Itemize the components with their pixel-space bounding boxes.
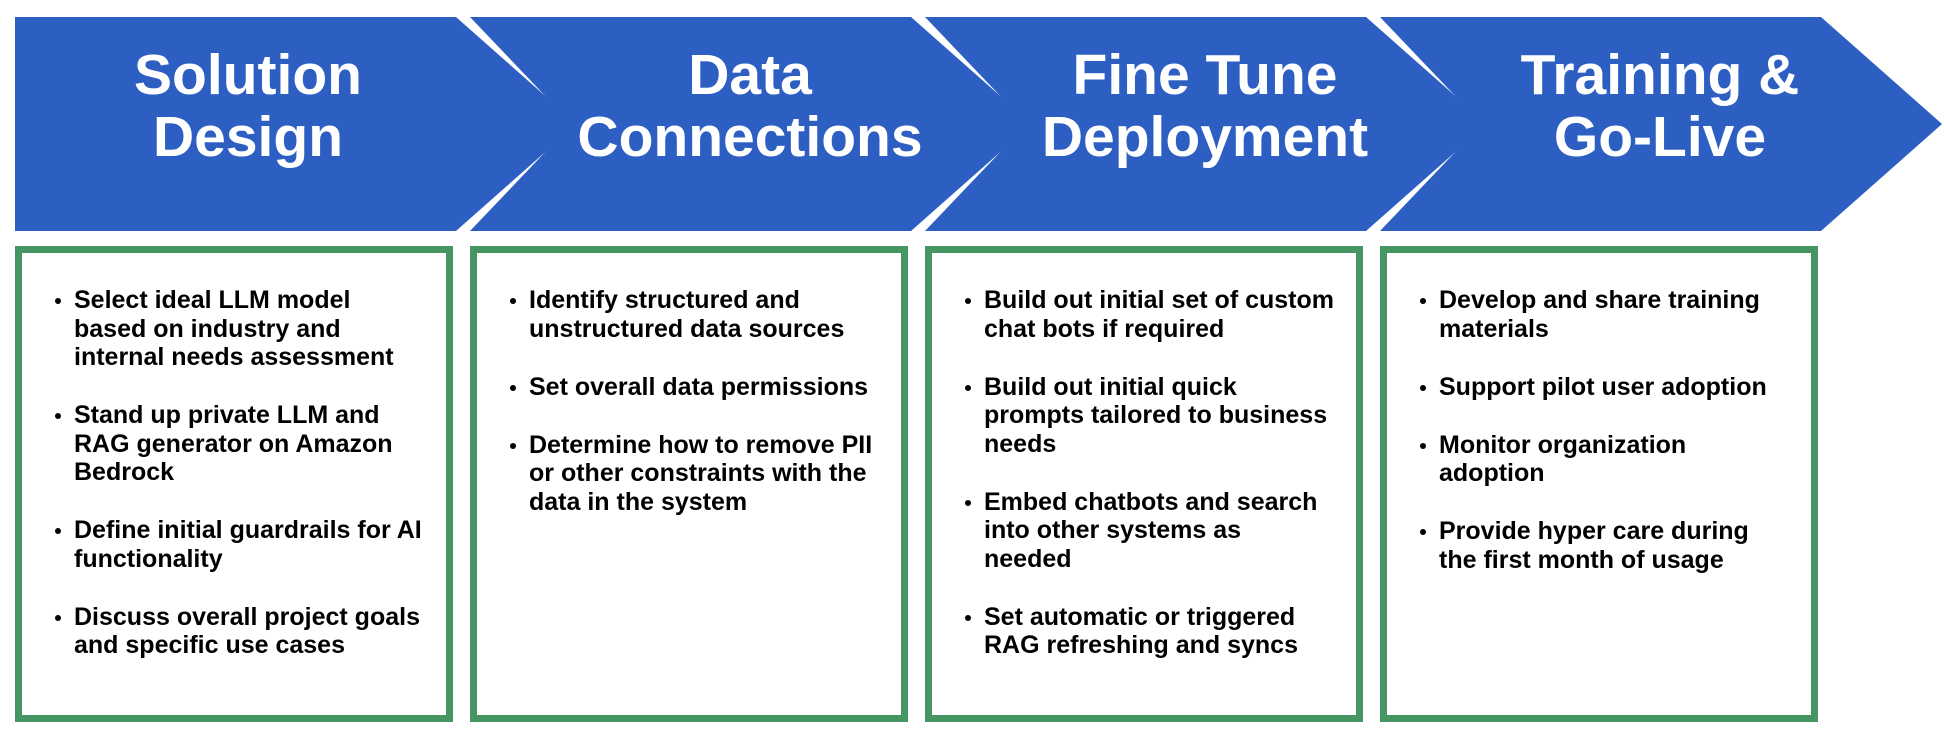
stage-title-fine-tune-deployment: Fine Tune Deployment xyxy=(965,44,1445,168)
bullet-text: Provide hyper care during the first mont… xyxy=(1439,517,1749,574)
bullet-item: Embed chatbots and search into other sys… xyxy=(965,487,1334,574)
bullet-dot-icon xyxy=(510,384,516,391)
bullet-list: Develop and share training materials Supp… xyxy=(1420,286,1789,604)
bullet-dot-icon xyxy=(965,298,971,304)
bullet-dot-icon xyxy=(1420,298,1426,304)
bullet-item: Support pilot user adoption xyxy=(1420,372,1789,402)
stage-title-line: Fine Tune xyxy=(1072,43,1338,107)
stage-title-line: Solution xyxy=(134,43,362,107)
stage-title-solution-design: Solution Design xyxy=(8,44,488,168)
bullet-item: Monitor organization adoption xyxy=(1420,430,1789,488)
bullet-item: Select ideal LLM model based on industry… xyxy=(55,286,424,372)
bullet-text: Set overall data permissions xyxy=(529,372,869,401)
bullet-text: Set automatic or triggered RAG refreshin… xyxy=(984,602,1298,660)
bullet-list: Select ideal LLM model based on industry… xyxy=(55,286,424,689)
bullet-item: Build out initial set of custom chat bot… xyxy=(965,286,1334,343)
stage-box-solution-design: Select ideal LLM model based on industry… xyxy=(15,246,453,722)
stage-title-training-go-live: Training & Go-Live xyxy=(1420,44,1900,168)
bullet-text: Embed chatbots and search into other sys… xyxy=(984,487,1318,573)
bullet-item: Define initial guardrails for AI functio… xyxy=(55,516,424,573)
bullet-item: Set automatic or triggered RAG refreshin… xyxy=(965,602,1334,660)
bullet-text: Build out initial quick prompts tailored… xyxy=(984,372,1328,458)
bullet-text: Develop and share training materials xyxy=(1439,286,1760,343)
stage-box-training-go-live: Develop and share training materials Supp… xyxy=(1380,246,1818,722)
bullet-dot-icon xyxy=(1420,529,1426,535)
stage-title-line: Deployment xyxy=(1041,105,1369,169)
bullet-dot-icon xyxy=(55,413,61,419)
bullet-dot-icon xyxy=(965,384,971,391)
bullet-item: Identify structured and unstructured dat… xyxy=(510,286,879,343)
bullet-dot-icon xyxy=(55,614,61,621)
bullet-item: Provide hyper care during the first mont… xyxy=(1420,517,1789,574)
bullet-dot-icon xyxy=(965,614,971,621)
stage-box-fine-tune-deployment: Build out initial set of custom chat bot… xyxy=(925,246,1363,722)
bullet-text: Identify structured and unstructured dat… xyxy=(529,286,845,343)
bullet-text: Select ideal LLM model based on industry… xyxy=(74,286,394,371)
bullet-dot-icon xyxy=(1420,442,1426,449)
stage-box-data-connections: Identify structured and unstructured dat… xyxy=(470,246,908,722)
bullet-text: Monitor organization adoption xyxy=(1439,430,1687,488)
stage-title-line: Go-Live xyxy=(1553,105,1767,169)
stage-title-line: Connections xyxy=(577,105,923,169)
bullet-text: Define initial guardrails for AI functio… xyxy=(74,516,422,573)
bullet-item: Determine how to remove PII or other con… xyxy=(510,430,879,517)
stage-title-data-connections: Data Connections xyxy=(510,44,990,168)
bullet-item: Discuss overall project goals and specif… xyxy=(55,602,424,660)
stage-title-line: Training & xyxy=(1520,43,1800,107)
bullet-item: Stand up private LLM and RAG generator o… xyxy=(55,401,424,487)
stage-title-line: Data xyxy=(688,43,812,107)
bullet-dot-icon xyxy=(965,499,971,506)
bullet-dot-icon xyxy=(55,528,61,534)
bullet-text: Support pilot user adoption xyxy=(1439,372,1767,401)
bullet-text: Build out initial set of custom chat bot… xyxy=(984,286,1334,343)
stage-title-line: Design xyxy=(152,105,344,169)
bullet-item: Develop and share training materials xyxy=(1420,286,1789,343)
bullet-dot-icon xyxy=(55,298,61,304)
bullet-item: Set overall data permissions xyxy=(510,372,879,402)
bullet-list: Identify structured and unstructured dat… xyxy=(510,286,879,546)
bullet-item: Build out initial quick prompts tailored… xyxy=(965,372,1334,459)
bullet-text: Determine how to remove PII or other con… xyxy=(529,430,873,516)
bullet-dot-icon xyxy=(510,298,516,304)
bullet-text: Stand up private LLM and RAG generator o… xyxy=(74,401,393,486)
bullet-dot-icon xyxy=(1420,384,1426,391)
bullet-text: Discuss overall project goals and specif… xyxy=(74,602,420,660)
bullet-dot-icon xyxy=(510,442,516,449)
bullet-list: Build out initial set of custom chat bot… xyxy=(965,286,1334,689)
